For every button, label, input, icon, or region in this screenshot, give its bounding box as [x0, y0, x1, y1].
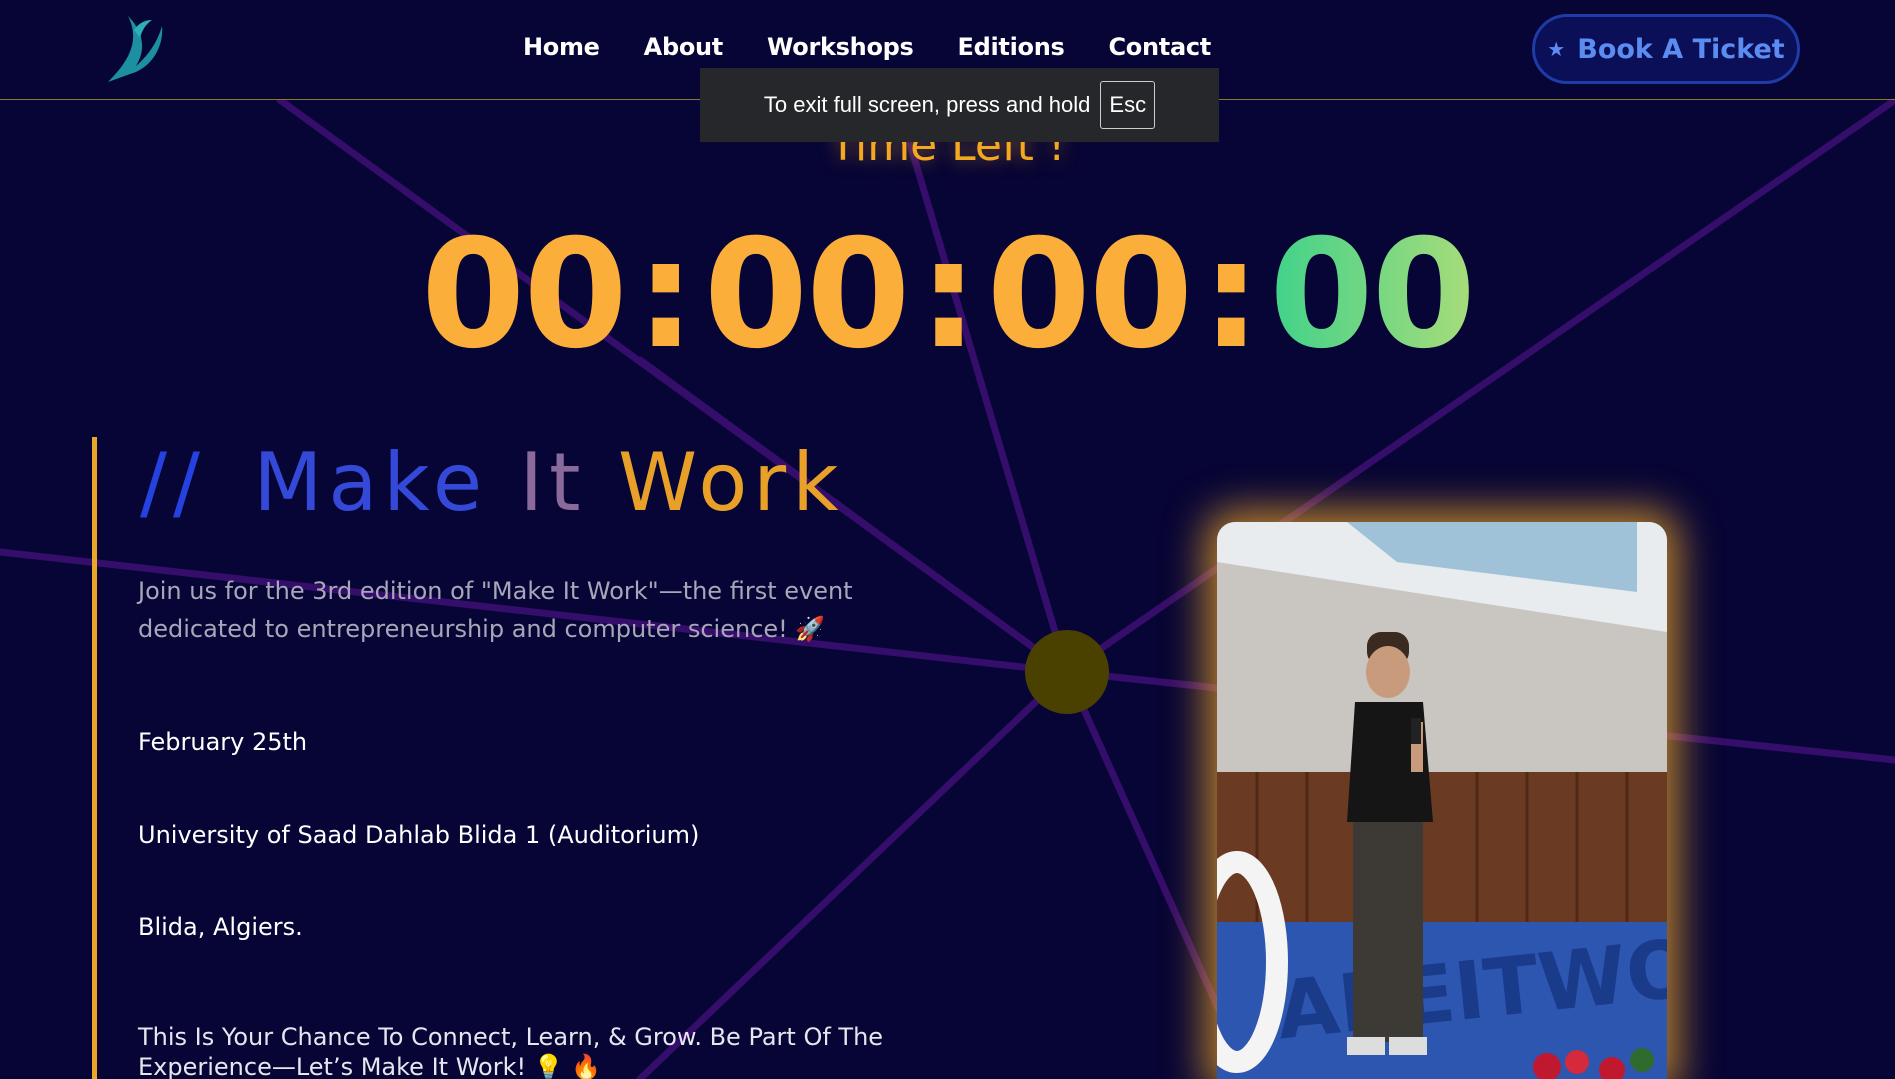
event-photo: AKEITWO: [1217, 522, 1667, 1079]
book-ticket-label: Book A Ticket: [1577, 33, 1785, 65]
section-accent-bar: [92, 437, 97, 1079]
event-city: Blida, Algiers.: [138, 913, 303, 941]
countdown-separator: :: [918, 208, 979, 382]
speaker-photo-illustration: AKEITWO: [1217, 522, 1667, 1079]
network-node: [1025, 630, 1109, 714]
bird-logo-icon[interactable]: [100, 10, 170, 90]
book-ticket-button[interactable]: ★ Book A Ticket: [1532, 14, 1800, 84]
nav-home[interactable]: Home: [523, 33, 600, 61]
fullscreen-exit-notice: To exit full screen, press and hold Esc: [700, 68, 1219, 142]
title-slashes: //: [140, 436, 206, 529]
event-date: February 25th: [138, 728, 308, 756]
countdown-minutes: 00: [986, 208, 1194, 382]
title-word-work: Work: [617, 436, 845, 529]
esc-key-badge: Esc: [1100, 81, 1156, 129]
countdown-days: 00: [421, 208, 628, 382]
event-venue: University of Saad Dahlab Blida 1 (Audit…: [138, 821, 700, 849]
countdown-seconds: 00: [1269, 208, 1476, 382]
event-title: // Make It Work: [140, 436, 845, 529]
main-nav: Home About Workshops Editions Contact: [523, 33, 1255, 61]
nav-workshops[interactable]: Workshops: [767, 33, 914, 61]
countdown-hours: 00: [703, 208, 911, 382]
nav-contact[interactable]: Contact: [1108, 33, 1211, 61]
nav-about[interactable]: About: [644, 33, 724, 61]
countdown-separator: :: [635, 208, 696, 382]
event-intro: Join us for the 3rd edition of "Make It …: [138, 577, 853, 643]
countdown-separator: :: [1201, 208, 1261, 382]
countdown-timer: 00:00:00:00: [0, 215, 1895, 375]
title-word-make: Make: [253, 436, 489, 529]
title-word-it: It: [519, 436, 587, 529]
fullscreen-notice-text: To exit full screen, press and hold: [763, 92, 1091, 117]
event-call-to-action: This Is Your Chance To Connect, Learn, &…: [138, 1023, 884, 1079]
nav-editions[interactable]: Editions: [958, 33, 1065, 61]
star-icon: ★: [1547, 37, 1566, 61]
